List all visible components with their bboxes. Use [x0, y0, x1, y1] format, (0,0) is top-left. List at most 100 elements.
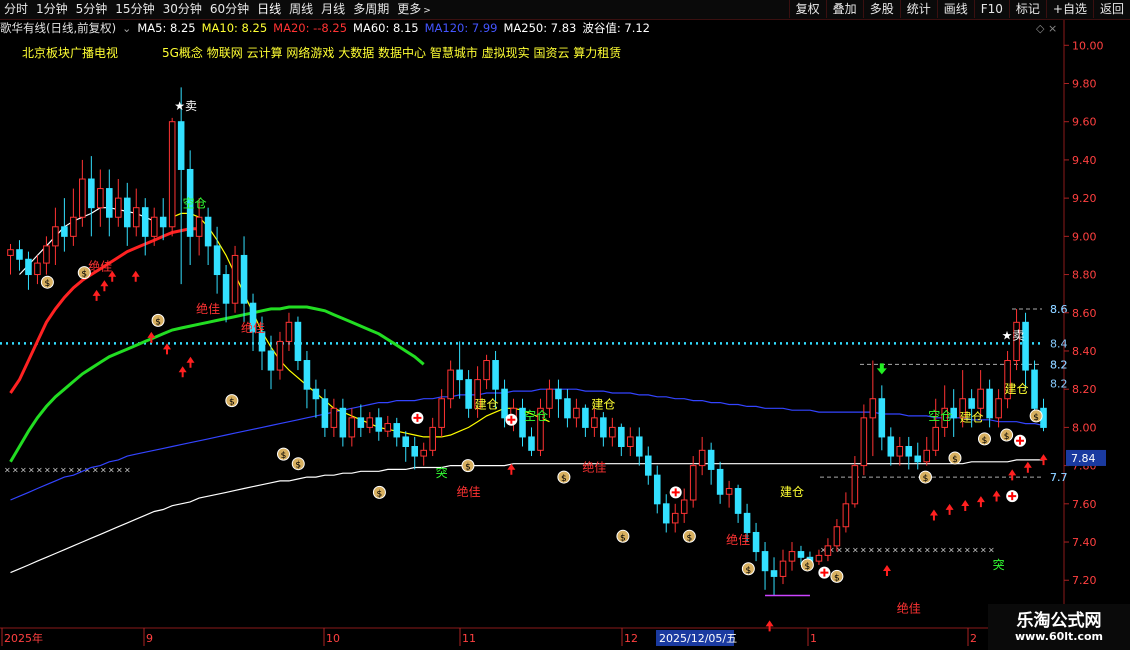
date-axis: 2025年 9 10 11 12 2025/12/05/五 1 2: [1, 628, 977, 646]
x-marker-row-right: ×: [908, 546, 915, 555]
candle-body: [905, 445, 913, 457]
candle-body: [968, 398, 975, 409]
buy-arrow-icon: [1008, 469, 1017, 481]
signal-tu: 突: [436, 465, 448, 480]
price-axis: 10.00 9.80 9.60 9.40 9.20 9.00 8.80 8.60 8.40 8.2…: [1064, 39, 1106, 625]
x-marker-row-right: ×: [988, 546, 995, 555]
candle-body: [833, 526, 841, 547]
signal-jiancang: 建仓: [591, 397, 615, 411]
x-marker-row-left: ×: [68, 465, 75, 474]
x-tick-label: 2025年: [4, 631, 43, 645]
candle-body: [438, 398, 445, 428]
signal-sell: ★卖: [174, 99, 197, 113]
candle-body: [752, 531, 760, 553]
x-tick-label: 12: [624, 632, 638, 645]
buy-arrow-icon: [178, 366, 187, 378]
candle-body: [321, 398, 329, 428]
ma-line-ma250: [10, 459, 1044, 574]
candle-body: [869, 398, 877, 419]
signal-jiancang: 建仓: [1005, 382, 1029, 396]
y-tick-label: 7.20: [1072, 574, 1097, 587]
signal-jiancang: 建仓: [960, 411, 984, 425]
y-tick-label: 7.40: [1072, 536, 1097, 549]
x-marker-row-left: ×: [36, 465, 43, 474]
reference-lines: 8.68.27.78.68.48.28.27.7× × × × × × × × × × × × × × × ×…: [0, 303, 1068, 555]
x-marker-row-right: ×: [892, 546, 899, 555]
candle-body: [878, 398, 886, 438]
buy-arrow-icon: [976, 496, 985, 508]
candle-body: [815, 554, 823, 562]
y-tick-label: 7.60: [1072, 498, 1097, 511]
candle-body: [97, 188, 104, 209]
candle-body: [644, 455, 652, 476]
candle-body: [555, 388, 562, 400]
x-marker-row-right: ×: [900, 546, 907, 555]
candle-body: [914, 455, 922, 463]
candle-body: [375, 417, 383, 432]
x-tick-label: 11: [462, 632, 476, 645]
signal-jiajia: 绝佳: [88, 259, 112, 274]
signal-kongcang: 空仓: [183, 197, 207, 211]
y-tick-label: 9.20: [1072, 192, 1097, 205]
money-bag-icon-text: $: [620, 533, 626, 543]
candle-body: [411, 445, 419, 457]
candle-body: [132, 207, 140, 228]
money-bag-icon-text: $: [45, 279, 51, 289]
x-marker-row-right: ×: [940, 546, 947, 555]
buy-arrow-icon: [882, 564, 891, 576]
x-marker-row-right: ×: [884, 546, 891, 555]
buy-arrow-icon: [163, 343, 172, 355]
money-bag-icon-text: $: [982, 436, 988, 446]
candle-body: [384, 423, 392, 432]
candle-body: [141, 207, 149, 237]
y-tick-label: 9.60: [1072, 116, 1097, 129]
candle-body: [743, 512, 751, 533]
x-marker-row-left: ×: [116, 465, 123, 474]
x-marker-row-right: ×: [868, 546, 875, 555]
candle-body: [564, 398, 571, 419]
y-tick-label: 9.40: [1072, 154, 1097, 167]
candle-body: [770, 570, 778, 577]
x-marker-row-right: ×: [948, 546, 955, 555]
candle-body: [70, 216, 77, 237]
money-bag-icon-text: $: [805, 562, 811, 572]
candle-body: [7, 249, 14, 256]
x-marker-row-left: ×: [12, 465, 19, 474]
right-marker-0: 8.6: [1050, 303, 1068, 316]
buy-arrow-icon: [131, 270, 140, 282]
candle-body: [231, 254, 239, 304]
candle-body: [986, 388, 993, 419]
buy-arrow-icon: [92, 289, 101, 301]
green-down-arrow-icon: [876, 363, 887, 375]
candle-body: [824, 545, 832, 556]
candle-body: [106, 188, 113, 218]
buy-arrow-icon: [961, 499, 970, 511]
buy-arrow-icon: [945, 503, 954, 515]
candle-body: [483, 360, 490, 381]
x-tick-label: 1: [810, 632, 817, 645]
kline-chart[interactable]: 8.68.27.78.68.48.28.27.7× × × × × × × × × × × × × × × ×…: [0, 0, 1130, 650]
candle-body: [932, 426, 940, 451]
candle-body: [34, 262, 41, 276]
watermark: 乐淘公式网 www.60lt.com: [988, 604, 1130, 650]
current-price-label: 7.84: [1071, 452, 1096, 465]
money-bag-icon-text: $: [561, 474, 567, 484]
candle-body: [618, 426, 625, 447]
candle-body: [995, 398, 1002, 419]
money-bag-icon-text: $: [81, 270, 87, 280]
buy-arrow-icon: [1023, 461, 1032, 473]
candle-body: [348, 417, 356, 438]
right-marker-4: 7.7: [1050, 471, 1068, 484]
candle-body: [159, 216, 167, 228]
signal-jiajia: 绝佳: [196, 301, 220, 316]
x-marker-row-left: ×: [52, 465, 59, 474]
candle-body: [195, 216, 203, 237]
candle-body: [79, 178, 86, 218]
right-marker-3: 8.2: [1050, 377, 1068, 390]
money-bag-icon-text: $: [229, 398, 235, 408]
candle-body: [797, 551, 805, 558]
candle-body: [1031, 369, 1038, 409]
candle-body: [546, 388, 553, 409]
y-tick-label: 10.00: [1072, 39, 1104, 52]
right-marker-2: 8.2: [1050, 358, 1068, 371]
